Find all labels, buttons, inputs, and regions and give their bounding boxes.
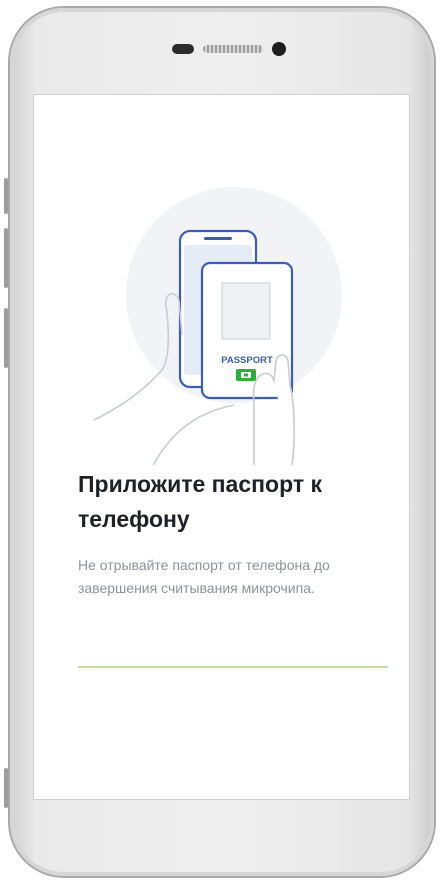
nfc-chip-icon xyxy=(236,369,256,381)
progress-bar xyxy=(78,666,388,668)
device-mockup: PASSPORT Приложите паспорт к телефону Не… xyxy=(0,0,442,885)
side-button xyxy=(4,308,8,368)
side-button xyxy=(4,228,8,288)
passport-label: PASSPORT xyxy=(221,355,273,366)
page-description: Не отрывайте паспорт от телефона до заве… xyxy=(78,557,330,596)
sensor-dot xyxy=(172,44,194,54)
side-button xyxy=(4,178,8,214)
front-camera xyxy=(272,42,286,56)
passport-photo xyxy=(221,282,271,340)
left-hand-outline xyxy=(152,404,235,465)
speaker-grille xyxy=(203,45,263,53)
screen: PASSPORT Приложите паспорт к телефону Не… xyxy=(34,95,409,799)
page-title: Приложите паспорт к телефону xyxy=(78,471,322,532)
passport-on-phone-illustration: PASSPORT xyxy=(93,187,342,465)
side-button xyxy=(4,768,8,808)
progress-fill xyxy=(78,666,388,668)
